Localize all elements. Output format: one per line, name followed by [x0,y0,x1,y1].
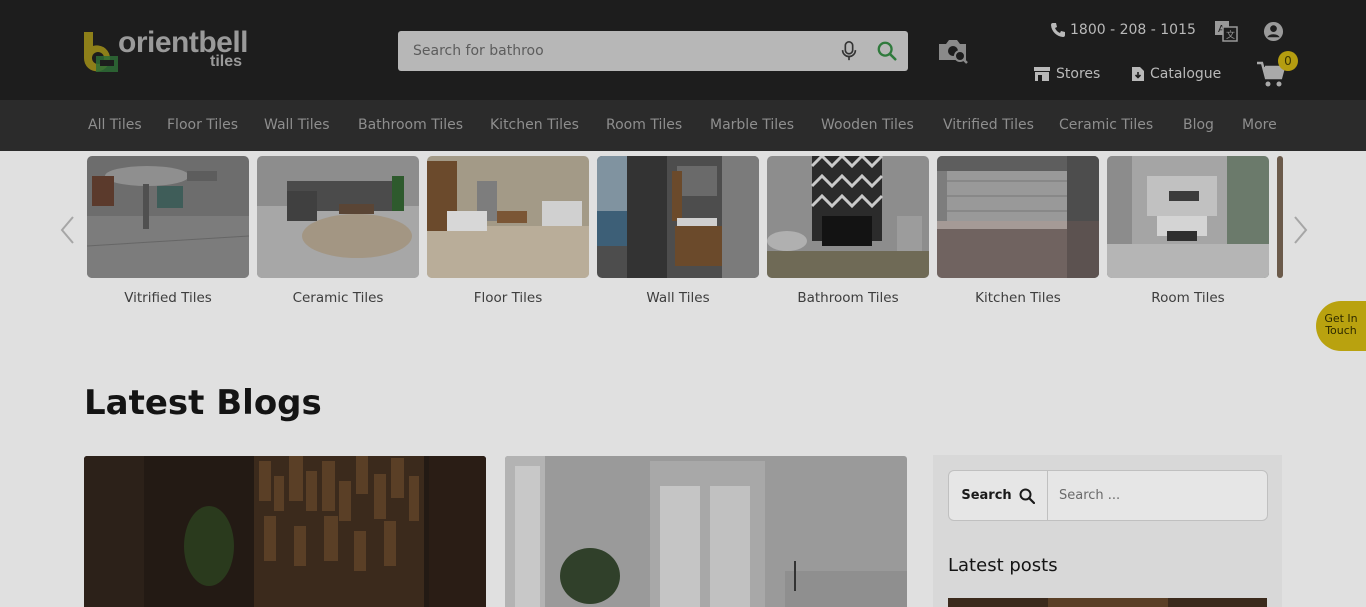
blog-card-image [84,456,486,607]
category-image [767,156,929,278]
site-search-box [398,31,908,71]
blog-sidebar: Search Latest posts [933,455,1282,607]
carousel-next-arrow-icon[interactable] [1290,215,1310,245]
category-label: Room Tiles [1151,290,1225,306]
phone-number-text: 1800 - 208 - 1015 [1070,22,1196,38]
category-image [937,156,1099,278]
nav-item-wall-tiles[interactable]: Wall Tiles [264,117,330,133]
nav-item-all-tiles[interactable]: All Tiles [88,117,142,133]
nav-item-bathroom-tiles[interactable]: Bathroom Tiles [358,117,463,133]
catalogue-label: Catalogue [1150,66,1222,82]
nav-item-ceramic-tiles[interactable]: Ceramic Tiles [1059,117,1153,133]
blog-search-input[interactable] [1049,471,1267,520]
category-label: Floor Tiles [473,290,543,306]
get-in-touch-line2: Touch [1325,324,1357,337]
download-catalogue-icon [1132,67,1144,81]
phone-icon [1051,23,1065,37]
nav-item-more[interactable]: More [1242,117,1277,133]
user-account-icon[interactable] [1263,21,1284,42]
catalogue-link[interactable]: Catalogue [1131,63,1221,85]
category-card-kitchen-tiles[interactable]: Kitchen Tiles [937,156,1099,306]
category-card-partial[interactable] [1277,156,1283,278]
category-image [427,156,589,278]
blog-search-button-label: Search [961,488,1012,503]
logo-b-mark-icon [83,32,118,72]
category-label: Wall Tiles [646,290,710,306]
nav-item-kitchen-tiles[interactable]: Kitchen Tiles [490,117,579,133]
latest-post-thumbnail[interactable] [948,595,1267,607]
top-header: orientbell tiles 1800 - [0,0,1366,100]
category-image [1277,156,1283,278]
category-card-bathroom-tiles[interactable]: Bathroom Tiles [767,156,929,306]
blog-card-image [505,456,907,607]
category-card-ceramic-tiles[interactable]: Ceramic Tiles [257,156,419,306]
category-image [1107,156,1269,278]
latest-posts-heading: Latest posts [948,555,1058,576]
translate-icon[interactable]: A 文 [1214,20,1238,42]
store-icon [1034,67,1050,81]
blog-card[interactable] [505,456,907,607]
carousel-prev-arrow-icon[interactable] [58,215,78,245]
main-navigation: All Tiles Floor Tiles Wall Tiles Bathroo… [0,100,1366,151]
nav-item-wooden-tiles[interactable]: Wooden Tiles [821,117,914,133]
latest-blogs-heading: Latest Blogs [84,383,322,423]
get-in-touch-button[interactable]: Get In Touch [1316,301,1366,351]
phone-number[interactable]: 1800 - 208 - 1015 [1050,20,1196,40]
visual-search-camera-icon[interactable] [936,36,970,66]
category-image [257,156,419,278]
logo-subtext: tiles [210,53,243,70]
nav-item-floor-tiles[interactable]: Floor Tiles [167,117,238,133]
category-label: Bathroom Tiles [797,290,899,306]
category-card-vitrified-tiles[interactable]: Vitrified Tiles [87,156,249,306]
nav-item-blog[interactable]: Blog [1183,117,1214,133]
svg-text:文: 文 [1226,29,1235,41]
stores-label: Stores [1056,66,1101,82]
nav-item-room-tiles[interactable]: Room Tiles [606,117,682,133]
blog-search-button[interactable]: Search [949,471,1048,520]
orientbell-logo[interactable]: orientbell tiles [82,26,252,74]
category-card-room-tiles[interactable]: Room Tiles [1107,156,1269,306]
page: orientbell tiles 1800 - [0,0,1366,607]
nav-item-marble-tiles[interactable]: Marble Tiles [710,117,794,133]
blog-card[interactable] [84,456,486,607]
site-search-input[interactable] [398,31,818,71]
category-card-wall-tiles[interactable]: Wall Tiles [597,156,759,306]
nav-item-vitrified-tiles[interactable]: Vitrified Tiles [943,117,1034,133]
search-icon[interactable] [876,40,898,62]
category-image [597,156,759,278]
category-card-floor-tiles[interactable]: Floor Tiles [427,156,589,306]
microphone-icon[interactable] [838,40,860,62]
stores-link[interactable]: Stores [1033,63,1100,85]
category-label: Kitchen Tiles [975,290,1061,306]
category-label: Vitrified Tiles [124,290,212,306]
search-icon [1019,488,1035,504]
blog-search-box: Search [948,470,1268,521]
cart-count-badge: 0 [1278,51,1298,71]
category-image [87,156,249,278]
category-label: Ceramic Tiles [292,290,384,306]
